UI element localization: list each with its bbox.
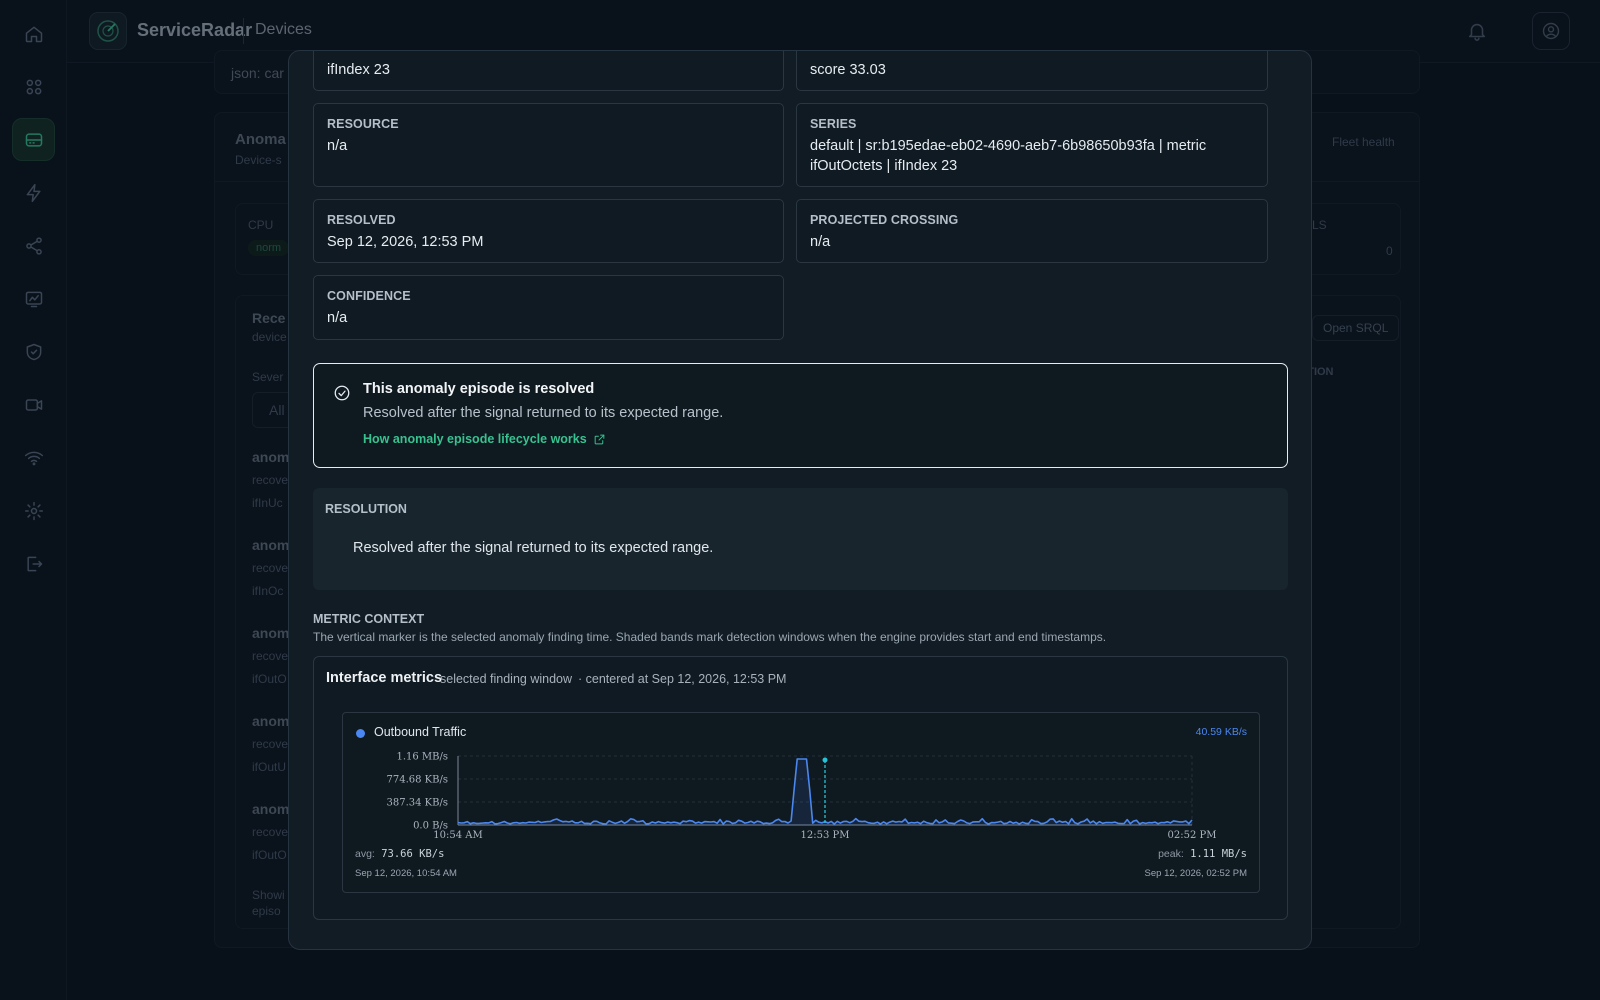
resolution-section: RESOLUTION Resolved after the signal ret… — [313, 488, 1288, 590]
projected-crossing-value: n/a — [810, 234, 831, 250]
series-label: SERIES — [810, 117, 857, 131]
x-tick-label: 02:52 PM — [1168, 830, 1217, 841]
resource-label: RESOURCE — [327, 117, 399, 131]
external-link-icon — [594, 434, 605, 444]
peak-value: 1.11 MB/s — [1190, 848, 1247, 860]
avg-label: avg: — [355, 848, 375, 860]
resource-field: RESOURCE n/a — [313, 103, 784, 187]
interface-metrics-card: Interface metrics selected finding windo… — [313, 656, 1288, 920]
metric-context-label: METRIC CONTEXT — [313, 612, 425, 626]
x-tick-label: 12:53 PM — [801, 830, 850, 841]
confidence-field: CONFIDENCE n/a — [313, 275, 784, 340]
finding-window-label: selected finding window — [440, 672, 573, 686]
series-field: SERIES default | sr:b195edae-eb02-4690-a… — [796, 103, 1268, 187]
centered-at-label: · centered at Sep 12, 2026, 12:53 PM — [578, 672, 787, 686]
metric-context-description: The vertical marker is the selected anom… — [313, 630, 1107, 644]
start-date: Sep 12, 2026, 10:54 AM — [355, 868, 457, 879]
check-circle-icon — [333, 384, 351, 402]
resolved-value: Sep 12, 2026, 12:53 PM — [327, 234, 484, 250]
lifecycle-docs-link-label: How anomaly episode lifecycle works — [363, 432, 587, 446]
avg-stat: avg: 73.66 KB/s — [355, 848, 444, 860]
outbound-traffic-chart: Outbound Traffic 40.59 KB/s 1.16 MB/s 774… — [342, 712, 1260, 893]
projected-crossing-label: PROJECTED CROSSING — [810, 213, 959, 227]
callout-body: Resolved after the signal returned to it… — [363, 405, 724, 421]
resolution-text: Resolved after the signal returned to it… — [353, 540, 714, 556]
x-tick-label: 10:54 AM — [433, 830, 482, 841]
confidence-value: n/a — [327, 310, 348, 326]
callout-title: This anomaly episode is resolved — [363, 381, 595, 397]
resolution-label: RESOLUTION — [325, 502, 407, 516]
resource-value: n/a — [327, 138, 348, 154]
anomaly-episode-modal: ifIndex 23 score 33.03 RESOURCE n/a SERI… — [288, 50, 1312, 950]
finding-time-marker-dot — [822, 757, 828, 763]
series-value-line1: default | sr:b195edae-eb02-4690-aeb7-6b9… — [810, 138, 1207, 154]
resolved-label: RESOLVED — [327, 213, 396, 227]
avg-value: 73.66 KB/s — [381, 848, 445, 860]
score-value: score 33.03 — [810, 62, 886, 78]
interface-field: ifIndex 23 — [313, 51, 784, 91]
projected-crossing-field: PROJECTED CROSSING n/a — [796, 199, 1268, 263]
end-date: Sep 12, 2026, 02:52 PM — [1144, 868, 1247, 879]
peak-stat: peak: 1.11 MB/s — [1158, 848, 1247, 860]
resolved-field: RESOLVED Sep 12, 2026, 12:53 PM — [313, 199, 784, 263]
y-tick-label: 387.34 KB/s — [387, 798, 449, 809]
peak-label: peak: — [1158, 848, 1184, 860]
y-tick-label: 774.68 KB/s — [387, 775, 449, 786]
y-tick-label: 1.16 MB/s — [396, 752, 448, 763]
interface-value: ifIndex 23 — [327, 62, 390, 78]
lifecycle-docs-link[interactable]: How anomaly episode lifecycle works — [363, 432, 606, 446]
score-field: score 33.03 — [796, 51, 1268, 91]
interface-metrics-title: Interface metrics — [326, 670, 443, 686]
resolved-callout: This anomaly episode is resolved Resolve… — [313, 363, 1288, 468]
chart-plot: 1.16 MB/s774.68 KB/s387.34 KB/s0.0 B/s10… — [387, 752, 1217, 842]
series-value-line2: ifOutOctets | ifIndex 23 — [810, 158, 958, 174]
confidence-label: CONFIDENCE — [327, 289, 411, 303]
